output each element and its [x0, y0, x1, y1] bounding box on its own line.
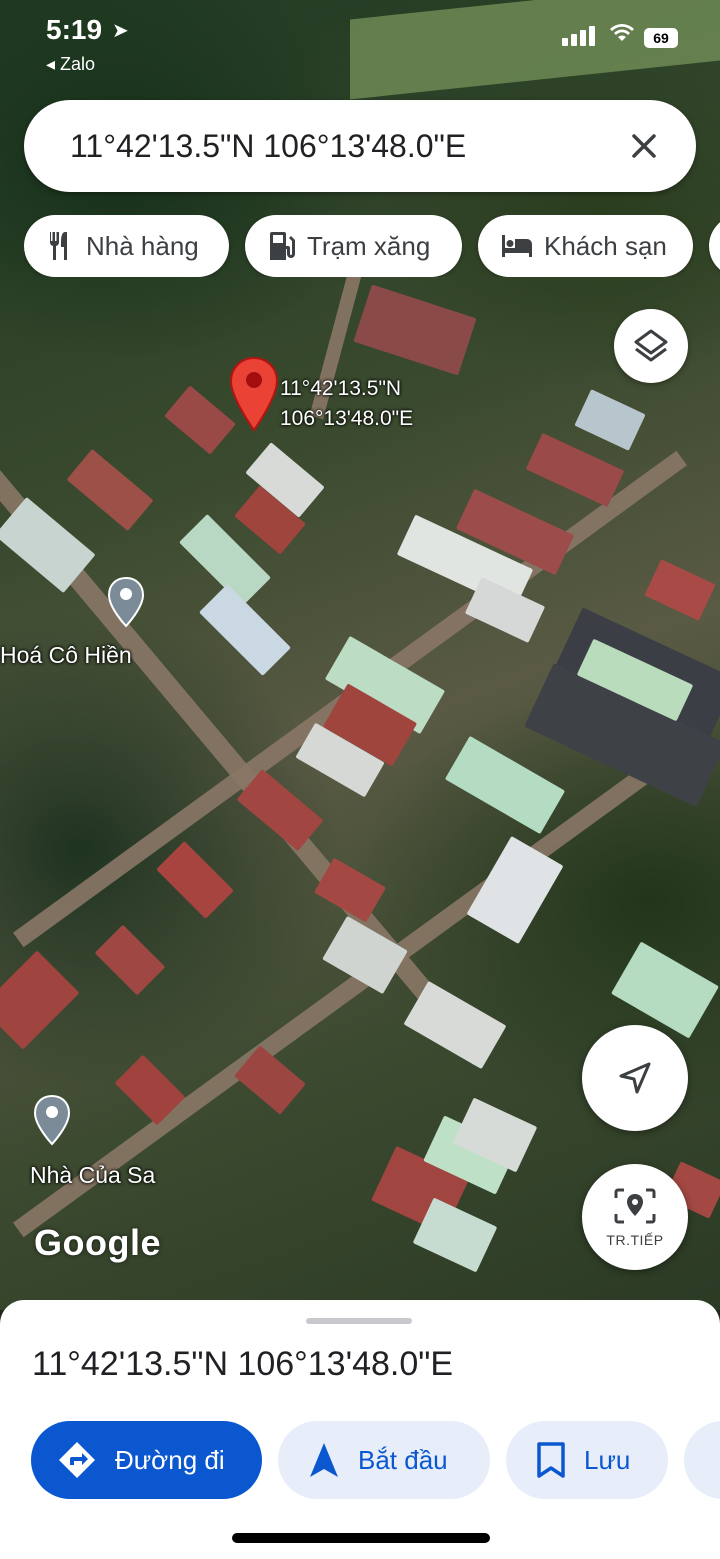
dropped-pin-label: 11°42'13.5"N 106°13'48.0"E — [280, 374, 413, 434]
layers-icon — [634, 329, 668, 362]
cellular-signal-icon — [562, 26, 595, 46]
chip-more[interactable] — [709, 215, 720, 277]
google-logo: Google — [34, 1222, 161, 1263]
hotel-icon — [502, 235, 532, 257]
place-marker-icon[interactable] — [32, 1094, 72, 1146]
place-bottom-sheet: 11°42'13.5"N 106°13'48.0"E Đường đi Bắt … — [0, 1300, 720, 1559]
chip-gas-stations[interactable]: Trạm xăng — [245, 215, 462, 277]
my-location-button[interactable] — [582, 1025, 688, 1131]
chip-restaurants[interactable]: Nhà hàng — [24, 215, 229, 277]
location-arrow-icon: ➤ — [112, 20, 129, 42]
location-arrow-icon — [619, 1062, 651, 1094]
save-label: Lưu — [584, 1444, 631, 1475]
directions-label: Đường đi — [115, 1444, 225, 1475]
chip-label: Khách sạn — [544, 230, 667, 261]
map-roof — [525, 432, 625, 508]
status-time: 5:19 — [46, 14, 103, 45]
live-view-button[interactable]: TR.TIẾP — [582, 1164, 688, 1270]
place-label-hoa-co-hien[interactable]: Hoá Cô Hiền — [0, 642, 132, 669]
search-query[interactable]: 11°42'13.5"N 106°13'48.0"E — [70, 128, 466, 165]
chip-label: Trạm xăng — [307, 230, 431, 261]
directions-button[interactable]: Đường đi — [31, 1421, 262, 1499]
dropped-pin-marker[interactable] — [228, 356, 280, 432]
live-view-icon — [614, 1188, 656, 1224]
action-buttons: Đường đi Bắt đầu Lưu — [0, 1421, 720, 1499]
save-button[interactable]: Lưu — [506, 1421, 668, 1499]
category-chips: Nhà hàng Trạm xăng Khách sạn — [24, 215, 720, 277]
back-to-app-link[interactable]: ◂ Zalo — [46, 54, 95, 75]
wifi-icon — [610, 22, 634, 48]
home-indicator — [232, 1533, 490, 1543]
place-label-nha-cua-sa[interactable]: Nhà Của Sa — [30, 1162, 155, 1189]
map-roof — [353, 284, 477, 376]
map-roof — [574, 389, 646, 451]
gas-station-icon — [270, 232, 295, 260]
map-roof — [444, 735, 566, 835]
chip-hotels[interactable]: Khách sạn — [478, 215, 693, 277]
search-bar[interactable]: 11°42'13.5"N 106°13'48.0"E — [24, 100, 696, 192]
map-roof — [644, 559, 716, 621]
sheet-drag-handle[interactable] — [306, 1318, 412, 1324]
chip-label: Nhà hàng — [86, 230, 199, 261]
status-bar: 5:19 ➤ ◂ Zalo 69 — [0, 0, 720, 80]
map-roof — [156, 841, 234, 919]
pin-latitude: 11°42'13.5"N — [280, 377, 402, 400]
map-roof — [322, 915, 408, 995]
map-roof — [611, 941, 719, 1039]
restaurant-icon — [49, 232, 67, 260]
directions-icon — [59, 1442, 95, 1478]
place-marker-icon[interactable] — [106, 576, 146, 628]
start-label: Bắt đầu — [358, 1444, 448, 1475]
start-navigation-button[interactable]: Bắt đầu — [278, 1421, 490, 1499]
map-roof — [94, 924, 166, 996]
map-roof — [164, 385, 236, 455]
map-roof — [0, 950, 80, 1050]
more-actions-button[interactable] — [684, 1421, 720, 1499]
close-icon[interactable] — [620, 122, 668, 170]
map-layers-button[interactable] — [614, 309, 688, 383]
battery-icon: 69 — [644, 28, 678, 48]
place-title: 11°42'13.5"N 106°13'48.0"E — [32, 1345, 453, 1383]
live-view-label: TR.TIẾP — [606, 1232, 664, 1248]
bookmark-icon — [537, 1442, 565, 1478]
navigation-arrow-icon — [310, 1443, 338, 1477]
map-roof — [66, 448, 154, 532]
pin-longitude: 106°13'48.0"E — [280, 407, 414, 430]
map-roof — [464, 577, 546, 643]
